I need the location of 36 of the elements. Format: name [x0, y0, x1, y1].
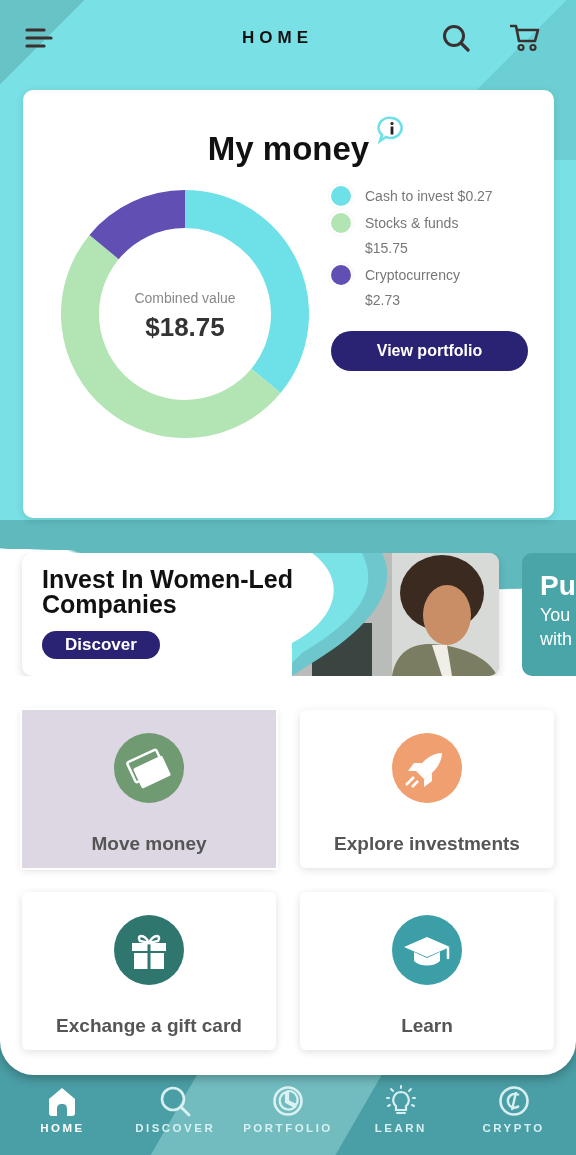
tile-label: Learn [401, 1015, 453, 1037]
legend-amount: $15.75 [365, 240, 408, 256]
legend-amount: $2.73 [365, 292, 401, 308]
view-portfolio-button[interactable]: View portfolio [331, 331, 528, 371]
menu-icon[interactable] [25, 27, 53, 48]
card-title: My money [206, 130, 371, 168]
banner-text: with [540, 628, 573, 651]
nav-tab[interactable]: HOME [12, 1075, 113, 1155]
pie-chart-icon [272, 1085, 304, 1117]
action-tile[interactable]: Move money [22, 710, 276, 868]
search-icon [159, 1085, 192, 1117]
action-tile[interactable]: Exchange a gift card [22, 892, 276, 1050]
action-tile[interactable]: Explore investments [300, 710, 554, 868]
banner-title: Invest In Women-Led Companies [42, 567, 294, 617]
nav-tab[interactable]: LEARN [350, 1075, 451, 1155]
legend-amount: $0.27 [457, 188, 493, 204]
discover-button[interactable]: Discover [42, 631, 160, 659]
page-title: HOME [242, 27, 313, 48]
cart-icon[interactable] [510, 23, 540, 52]
legend-label: Stocks & funds [365, 215, 459, 231]
nav-tab[interactable]: CRYPTO [463, 1075, 564, 1155]
total-label: Combined value [134, 290, 236, 306]
total-amount: $18.75 [145, 312, 225, 343]
tile-label: Move money [91, 833, 207, 855]
tile-label: Exchange a gift card [56, 1015, 242, 1037]
tile-label: Explore investments [334, 833, 520, 855]
lightbulb-icon [384, 1085, 417, 1117]
coin-icon [497, 1085, 530, 1117]
action-tile[interactable]: Learn [300, 892, 554, 1050]
banner-text: You [540, 604, 572, 627]
legend-label: Cash to invest [365, 188, 454, 204]
promo-banner[interactable]: Pu You with [522, 553, 576, 676]
promo-banner[interactable]: Invest In Women-Led Companies Discover [22, 553, 499, 676]
banner-title: Pu [540, 569, 576, 603]
legend-label: Cryptocurrency [365, 267, 460, 283]
search-icon[interactable] [442, 23, 470, 52]
